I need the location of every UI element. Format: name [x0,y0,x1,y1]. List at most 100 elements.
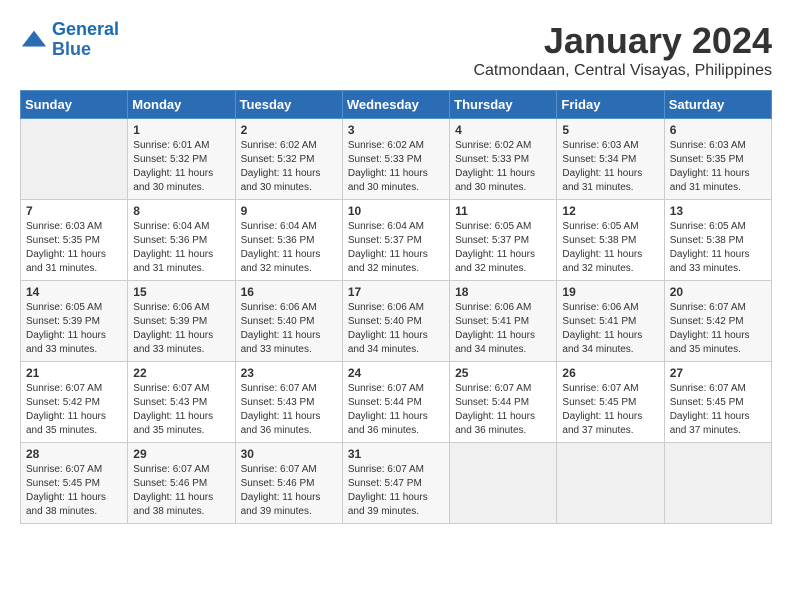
page-subtitle: Catmondaan, Central Visayas, Philippines [473,62,772,80]
day-number: 6 [670,123,766,137]
day-number: 26 [562,366,658,380]
calendar-cell: 13 Sunrise: 6:05 AMSunset: 5:38 PMDayligh… [664,200,771,281]
logo-text: General Blue [52,20,119,60]
day-number: 25 [455,366,551,380]
day-info: Sunrise: 6:05 AMSunset: 5:37 PMDaylight:… [455,220,551,276]
day-info: Sunrise: 6:05 AMSunset: 5:39 PMDaylight:… [26,301,122,357]
weekday-header-thursday: Thursday [450,91,557,119]
calendar-cell: 17Sunrise: 6:06 AMSunset: 5:40 PMDayligh… [342,281,449,362]
calendar-cell: 25 Sunrise: 6:07 AMSunset: 5:44 PMDayligh… [450,362,557,443]
day-number: 1 [133,123,229,137]
day-number: 11 [455,204,551,218]
calendar-cell: 22Sunrise: 6:07 AMSunset: 5:43 PMDayligh… [128,362,235,443]
day-info: Sunrise: 6:07 AMSunset: 5:42 PMDaylight:… [670,301,766,357]
day-info: Sunrise: 6:03 AMSunset: 5:35 PMDaylight:… [26,220,122,276]
weekday-header-monday: Monday [128,91,235,119]
day-number: 14 [26,285,122,299]
day-number: 7 [26,204,122,218]
month-title: January 2024 [473,20,772,62]
calendar-cell [21,119,128,200]
day-number: 3 [348,123,444,137]
calendar-cell: 4 Sunrise: 6:02 AMSunset: 5:33 PMDaylight… [450,119,557,200]
calendar-table: SundayMondayTuesdayWednesdayThursdayFrid… [20,90,772,524]
day-number: 18 [455,285,551,299]
calendar-cell [664,443,771,524]
calendar-cell [557,443,664,524]
day-info: Sunrise: 6:07 AMSunset: 5:46 PMDaylight:… [133,463,229,519]
day-number: 21 [26,366,122,380]
weekday-header-friday: Friday [557,91,664,119]
day-number: 23 [241,366,337,380]
day-info: Sunrise: 6:03 AMSunset: 5:35 PMDaylight:… [670,139,766,195]
calendar-cell: 5Sunrise: 6:03 AMSunset: 5:34 PMDaylight… [557,119,664,200]
day-info: Sunrise: 6:01 AMSunset: 5:32 PMDaylight:… [133,139,229,195]
day-info: Sunrise: 6:02 AMSunset: 5:32 PMDaylight:… [241,139,337,195]
calendar-cell: 11 Sunrise: 6:05 AMSunset: 5:37 PMDayligh… [450,200,557,281]
calendar-cell: 26 Sunrise: 6:07 AMSunset: 5:45 PMDayligh… [557,362,664,443]
day-info: Sunrise: 6:07 AMSunset: 5:44 PMDaylight:… [348,382,444,438]
calendar-cell: 31Sunrise: 6:07 AMSunset: 5:47 PMDayligh… [342,443,449,524]
day-info: Sunrise: 6:02 AMSunset: 5:33 PMDaylight:… [455,139,551,195]
day-info: Sunrise: 6:07 AMSunset: 5:44 PMDaylight:… [455,382,551,438]
calendar-cell: 20 Sunrise: 6:07 AMSunset: 5:42 PMDayligh… [664,281,771,362]
calendar-cell: 16 Sunrise: 6:06 AMSunset: 5:40 PMDayligh… [235,281,342,362]
day-info: Sunrise: 6:07 AMSunset: 5:42 PMDaylight:… [26,382,122,438]
day-info: Sunrise: 6:03 AMSunset: 5:34 PMDaylight:… [562,139,658,195]
day-number: 29 [133,447,229,461]
day-info: Sunrise: 6:04 AMSunset: 5:36 PMDaylight:… [241,220,337,276]
page-header: General Blue January 2024 Catmondaan, Ce… [20,20,772,80]
calendar-week-row: 21 Sunrise: 6:07 AMSunset: 5:42 PMDayligh… [21,362,772,443]
day-info: Sunrise: 6:05 AMSunset: 5:38 PMDaylight:… [670,220,766,276]
day-info: Sunrise: 6:07 AMSunset: 5:43 PMDaylight:… [241,382,337,438]
calendar-cell: 15Sunrise: 6:06 AMSunset: 5:39 PMDayligh… [128,281,235,362]
day-info: Sunrise: 6:04 AMSunset: 5:37 PMDaylight:… [348,220,444,276]
calendar-week-row: 28 Sunrise: 6:07 AMSunset: 5:45 PMDayligh… [21,443,772,524]
calendar-cell: 8Sunrise: 6:04 AMSunset: 5:36 PMDaylight… [128,200,235,281]
weekday-header-row: SundayMondayTuesdayWednesdayThursdayFrid… [21,91,772,119]
calendar-cell: 14 Sunrise: 6:05 AMSunset: 5:39 PMDayligh… [21,281,128,362]
day-number: 28 [26,447,122,461]
calendar-cell: 28 Sunrise: 6:07 AMSunset: 5:45 PMDayligh… [21,443,128,524]
day-info: Sunrise: 6:06 AMSunset: 5:40 PMDaylight:… [348,301,444,357]
day-number: 10 [348,204,444,218]
calendar-cell: 9Sunrise: 6:04 AMSunset: 5:36 PMDaylight… [235,200,342,281]
calendar-cell: 2Sunrise: 6:02 AMSunset: 5:32 PMDaylight… [235,119,342,200]
day-info: Sunrise: 6:07 AMSunset: 5:46 PMDaylight:… [241,463,337,519]
calendar-cell: 7 Sunrise: 6:03 AMSunset: 5:35 PMDaylight… [21,200,128,281]
calendar-week-row: 1 Sunrise: 6:01 AMSunset: 5:32 PMDaylight… [21,119,772,200]
calendar-cell: 21 Sunrise: 6:07 AMSunset: 5:42 PMDayligh… [21,362,128,443]
logo-line2: Blue [52,39,91,59]
day-info: Sunrise: 6:07 AMSunset: 5:45 PMDaylight:… [562,382,658,438]
day-number: 19 [562,285,658,299]
calendar-cell: 12Sunrise: 6:05 AMSunset: 5:38 PMDayligh… [557,200,664,281]
day-number: 22 [133,366,229,380]
day-number: 4 [455,123,551,137]
day-number: 16 [241,285,337,299]
calendar-cell: 29 Sunrise: 6:07 AMSunset: 5:46 PMDayligh… [128,443,235,524]
calendar-cell: 24 Sunrise: 6:07 AMSunset: 5:44 PMDayligh… [342,362,449,443]
calendar-week-row: 14 Sunrise: 6:05 AMSunset: 5:39 PMDayligh… [21,281,772,362]
calendar-cell: 23 Sunrise: 6:07 AMSunset: 5:43 PMDayligh… [235,362,342,443]
day-info: Sunrise: 6:07 AMSunset: 5:47 PMDaylight:… [348,463,444,519]
weekday-header-tuesday: Tuesday [235,91,342,119]
calendar-week-row: 7 Sunrise: 6:03 AMSunset: 5:35 PMDaylight… [21,200,772,281]
calendar-cell: 27Sunrise: 6:07 AMSunset: 5:45 PMDayligh… [664,362,771,443]
weekday-header-wednesday: Wednesday [342,91,449,119]
calendar-cell: 19Sunrise: 6:06 AMSunset: 5:41 PMDayligh… [557,281,664,362]
day-info: Sunrise: 6:07 AMSunset: 5:45 PMDaylight:… [670,382,766,438]
day-number: 12 [562,204,658,218]
day-number: 15 [133,285,229,299]
day-info: Sunrise: 6:06 AMSunset: 5:40 PMDaylight:… [241,301,337,357]
day-info: Sunrise: 6:02 AMSunset: 5:33 PMDaylight:… [348,139,444,195]
calendar-cell [450,443,557,524]
day-info: Sunrise: 6:07 AMSunset: 5:45 PMDaylight:… [26,463,122,519]
calendar-cell: 30Sunrise: 6:07 AMSunset: 5:46 PMDayligh… [235,443,342,524]
logo: General Blue [20,20,119,60]
day-number: 13 [670,204,766,218]
calendar-cell: 18Sunrise: 6:06 AMSunset: 5:41 PMDayligh… [450,281,557,362]
calendar-cell: 1 Sunrise: 6:01 AMSunset: 5:32 PMDaylight… [128,119,235,200]
logo-icon [20,26,48,54]
title-block: January 2024 Catmondaan, Central Visayas… [473,20,772,80]
day-number: 20 [670,285,766,299]
day-number: 24 [348,366,444,380]
